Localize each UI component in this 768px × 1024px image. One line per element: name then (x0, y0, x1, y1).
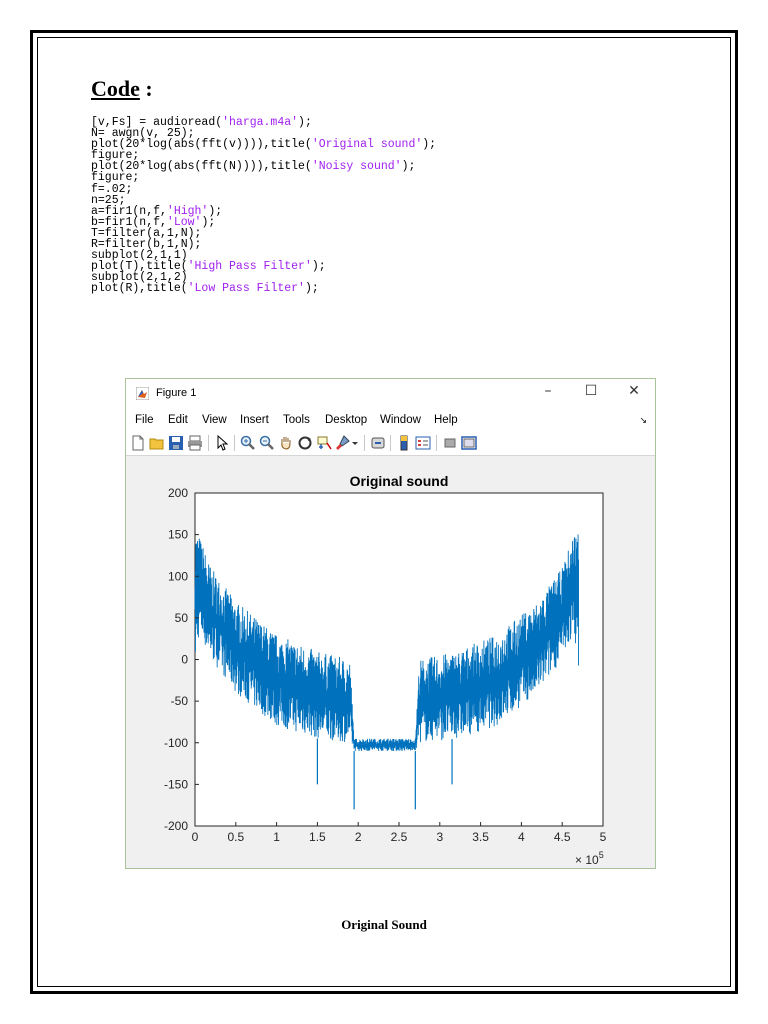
code-line: plot(20*log(abs(fft(v)))),title('Origina… (91, 138, 436, 151)
print-icon[interactable] (187, 435, 203, 451)
save-icon[interactable] (168, 435, 184, 451)
new-figure-icon[interactable] (130, 435, 146, 451)
toolbar-separator (234, 435, 235, 451)
original-sound-chart: 0 0.5 1 1.5 2 2.5 3 3.5 4 4.5 5 200 150 100 50 0 -50 -100… (164, 473, 607, 867)
code-string-literal: 'harga.m4a' (222, 116, 299, 129)
code-string-literal: 'Original sound' (311, 138, 423, 152)
x-tick-label: 3 (436, 830, 443, 844)
matlab-logo-icon (136, 387, 149, 400)
x-tick-label: 2.5 (391, 830, 408, 844)
code-block: [v,Fs] = audioread('harga.m4a'); N= awgn… (91, 117, 436, 295)
matlab-figure-window: Figure 1 – ☐ ✕ File Edit View Insert Too… (125, 378, 656, 869)
y-tick-label: 50 (175, 611, 189, 625)
heading-colon: : (139, 76, 153, 101)
chart-title: Original sound (350, 473, 449, 489)
y-tick-label: 200 (168, 486, 188, 500)
rotate-icon[interactable] (297, 435, 313, 451)
x-tick-label: 4 (518, 830, 525, 844)
menu-desktop[interactable]: Desktop (325, 414, 367, 426)
x-tick-label: 1.5 (309, 830, 326, 844)
x-tick-label: 0.5 (227, 830, 244, 844)
minimize-button[interactable]: – (536, 383, 560, 399)
code-token: plot(R),title( (91, 282, 188, 296)
data-cursor-icon[interactable] (316, 435, 332, 451)
menu-window[interactable]: Window (380, 414, 421, 426)
code-heading: Code : (91, 76, 153, 102)
menu-insert[interactable]: Insert (240, 414, 269, 426)
menu-file[interactable]: File (135, 414, 154, 426)
brush-icon[interactable] (335, 435, 351, 451)
code-token: ); (201, 215, 216, 229)
pan-icon[interactable] (278, 435, 294, 451)
code-token: ); (304, 282, 319, 296)
x-exponent-label: × 105 (575, 850, 604, 867)
heading-text: Code (91, 76, 140, 101)
code-string-literal: 'High Pass Filter' (187, 260, 312, 274)
x-tick-label: 0 (192, 830, 199, 844)
figure-titlebar: Figure 1 – ☐ ✕ (126, 379, 655, 409)
figure-menubar: File Edit View Insert Tools Desktop Wind… (126, 409, 655, 431)
toolbar-separator (208, 435, 209, 451)
y-tick-label: -150 (164, 777, 188, 791)
menu-edit[interactable]: Edit (168, 414, 188, 426)
code-line: plot(20*log(abs(fft(N)))),title('Noisy s… (91, 160, 415, 173)
maximize-button[interactable]: ☐ (579, 383, 603, 399)
pointer-icon[interactable] (214, 435, 230, 451)
figure-toolbar (126, 431, 655, 456)
toolbar-separator (364, 435, 365, 451)
zoom-out-icon[interactable] (259, 435, 275, 451)
dock-arrow-icon[interactable]: ↘ (639, 415, 647, 426)
figure-caption: Original Sound (341, 917, 427, 932)
x-tick-label: 2 (355, 830, 362, 844)
y-tick-label: -200 (164, 819, 188, 833)
x-tick-label: 3.5 (472, 830, 489, 844)
x-tick-label: 1 (273, 830, 280, 844)
toolbar-separator (436, 435, 437, 451)
x-tick-label: 5 (600, 830, 607, 844)
code-line: plot(R),title('Low Pass Filter'); (91, 282, 319, 295)
menu-view[interactable]: View (202, 414, 227, 426)
menu-help[interactable]: Help (434, 414, 458, 426)
code-string-literal: 'Noisy sound' (311, 160, 402, 174)
open-file-icon[interactable] (149, 435, 165, 451)
zoom-in-icon[interactable] (240, 435, 256, 451)
close-button[interactable]: ✕ (622, 383, 646, 399)
menu-tools[interactable]: Tools (283, 414, 310, 426)
y-tick-label: 100 (168, 569, 188, 583)
x-exponent-base: × 10 (575, 853, 599, 867)
dropdown-arrow-icon[interactable] (351, 435, 359, 451)
plot-area: 0 0.5 1 1.5 2 2.5 3 3.5 4 4.5 5 200 150 100 50 0 -50 -100… (126, 456, 655, 868)
toolbar-separator (390, 435, 391, 451)
x-tick-label: 4.5 (554, 830, 571, 844)
link-plot-icon[interactable] (370, 435, 386, 451)
legend-icon[interactable] (415, 435, 431, 451)
code-token: ); (298, 116, 312, 129)
hide-plot-tools-icon[interactable] (442, 435, 458, 451)
y-tick-label: 0 (181, 653, 188, 667)
code-token: ); (401, 160, 416, 174)
code-string-literal: 'Low Pass Filter' (187, 282, 305, 296)
y-tick-label: -50 (171, 694, 189, 708)
code-token: ); (422, 138, 437, 152)
figure-title: Figure 1 (156, 387, 197, 399)
x-exponent-power: 5 (599, 850, 604, 860)
show-plot-tools-icon[interactable] (461, 435, 477, 451)
y-tick-label: -100 (164, 736, 188, 750)
code-token: ); (311, 260, 326, 274)
y-tick-label: 150 (168, 528, 188, 542)
colorbar-icon[interactable] (396, 435, 412, 451)
